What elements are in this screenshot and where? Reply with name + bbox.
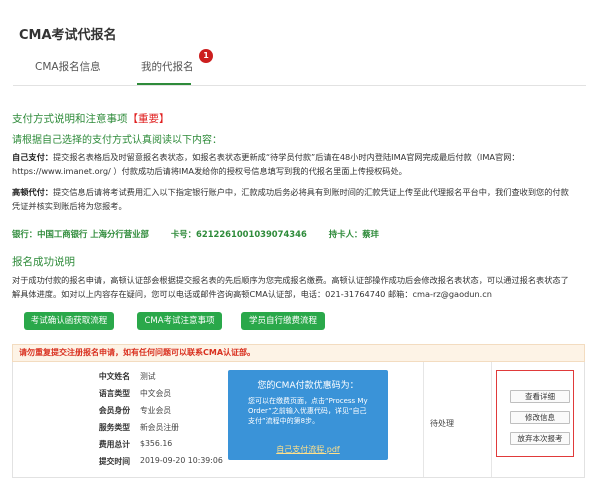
- tab-my-agency-registration[interactable]: 我的代报名: [141, 59, 194, 74]
- discount-code-card: 您的CMA付款优惠码为： 您可以在缴费页面，点击“Process My Orde…: [228, 370, 388, 460]
- agency-pay-text: 提交信息后请将考试费用汇入以下指定银行账户中，汇款成功后务必将具有到账时间的汇款…: [12, 187, 569, 211]
- page-title: CMA考试代报名: [19, 28, 117, 43]
- cma-exam-notes-button[interactable]: CMA考试注意事项: [137, 312, 222, 330]
- abandon-registration-button[interactable]: 放弃本次报考: [510, 432, 570, 445]
- self-pay-flow-pdf-link[interactable]: 自己支付流程.pdf: [228, 444, 388, 455]
- tab-cma-registration-info[interactable]: CMA报名信息: [35, 59, 101, 74]
- edit-info-button[interactable]: 修改信息: [510, 411, 570, 424]
- self-payment-flow-button[interactable]: 学员自行缴费流程: [241, 312, 325, 330]
- discount-code-title: 您的CMA付款优惠码为：: [257, 381, 359, 391]
- field-label: 会员身份: [98, 406, 130, 415]
- view-details-button[interactable]: 查看详细: [510, 390, 570, 403]
- bank-card-holder: 持卡人：蔡玤: [328, 229, 380, 239]
- field-value: 2019-09-20 10:39:06: [140, 456, 223, 465]
- payment-section-title-text: 支付方式说明和注意事项: [12, 113, 128, 125]
- field-label: 服务类型: [98, 423, 130, 432]
- field-value: 专业会员: [140, 406, 172, 415]
- bank-name: 银行：中国工商银行 上海分行营业部: [12, 229, 149, 239]
- field-value: 中文会员: [140, 389, 172, 398]
- payment-hint: 请根据自己选择的支付方式认真阅读以下内容：: [12, 135, 222, 146]
- field-value: $356.16: [140, 439, 173, 448]
- field-label: 语言类型: [98, 389, 130, 398]
- column-divider: [423, 362, 424, 477]
- field-value: 测试: [140, 372, 156, 381]
- self-pay-paragraph: 自己支付：提交报名表格后及时留意报名表状态，如报名表状态更新成“待学员付款”后请…: [12, 150, 574, 178]
- success-section-title: 报名成功说明: [12, 256, 75, 268]
- field-label: 提交时间: [98, 457, 130, 466]
- notification-badge: 1: [199, 49, 213, 63]
- agency-pay-paragraph: 高顿代付：提交信息后请将考试费用汇入以下指定银行账户中，汇款成功后务必将具有到账…: [12, 185, 574, 213]
- field-label: 中文姓名: [98, 372, 130, 381]
- field-label: 费用总计: [98, 440, 130, 449]
- self-pay-label: 自己支付：: [12, 152, 53, 162]
- field-value: 新会员注册: [140, 423, 179, 432]
- tab-bar: CMA报名信息 我的代报名 1: [13, 49, 586, 86]
- confirmation-letter-flow-button[interactable]: 考试确认函获取流程: [24, 312, 114, 330]
- warning-bar: 请勿重复提交注册报名申请，如有任何问题可以联系CMA认证部。: [12, 344, 585, 362]
- important-tag: 【重要】: [127, 113, 170, 125]
- agency-pay-label: 高顿代付：: [12, 187, 53, 197]
- bank-info: 银行：中国工商银行 上海分行营业部 卡号：6212261001039074346 持…: [12, 228, 401, 240]
- self-pay-text: 提交报名表格后及时留意报名表状态，如报名表状态更新成“待学员付款”后请在48小时…: [12, 152, 520, 176]
- active-tab-indicator: [137, 83, 191, 85]
- status-text: 待处理: [430, 419, 454, 428]
- bank-card-number: 卡号：6212261001039074346: [170, 229, 307, 239]
- column-divider: [491, 362, 492, 477]
- success-paragraph: 对于成功付款的报名申请，高顿认证部会根据提交报名表的先后顺序为您完成报名缴费。高…: [12, 275, 569, 299]
- discount-code-text: 您可以在缴费页面，点击“Process My Order”之前输入优惠代码，详见…: [248, 397, 368, 425]
- payment-section-title: 支付方式说明和注意事项【重要】: [12, 111, 170, 126]
